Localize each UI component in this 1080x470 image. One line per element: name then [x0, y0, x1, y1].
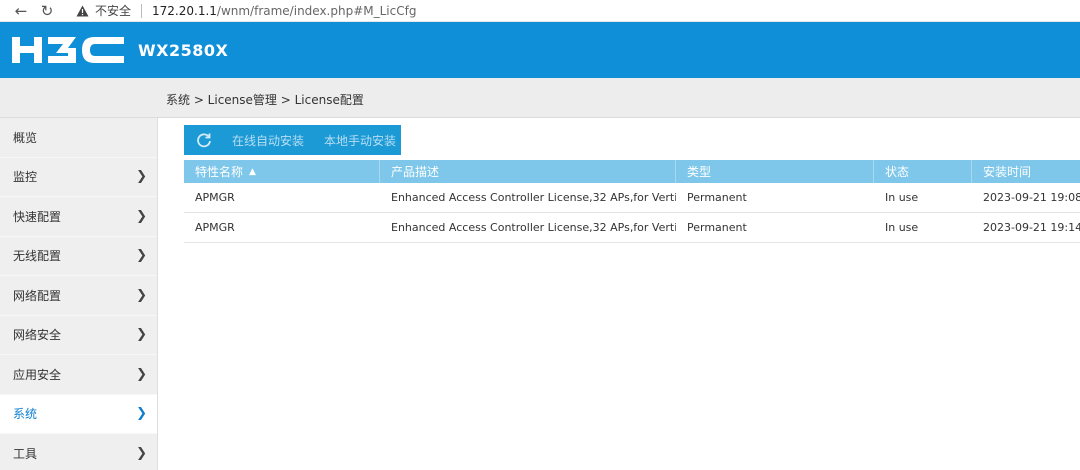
sidebar-item-label: 网络安全: [13, 328, 62, 343]
sidebar-item-label: 工具: [13, 446, 38, 461]
sidebar: 概览 监控 ❯ 快速配置 ❯ 无线配置 ❯ 网络配置 ❯ 网络安全 ❯ 应用安全…: [0, 118, 158, 470]
column-header-description[interactable]: 产品描述: [380, 160, 676, 183]
sidebar-item-network-security[interactable]: 网络安全 ❯: [0, 316, 157, 355]
cell-type: Permanent: [687, 191, 747, 204]
device-model: WX2580X: [138, 40, 229, 60]
cell-feature-name: APMGR: [195, 191, 235, 204]
header-banner: WX2580X: [0, 22, 1080, 78]
cell-install-time: 2023-09-21 19:08:0: [983, 191, 1080, 204]
main-content: 在线自动安装 本地手动安装 特性名称 ▲ 产品描述 类型 状态 安装时间 APMG…: [158, 118, 1080, 470]
chevron-right-icon: ❯: [136, 445, 147, 461]
security-warning[interactable]: 不安全: [76, 2, 131, 19]
sidebar-item-overview[interactable]: 概览: [0, 118, 157, 158]
chevron-right-icon: ❯: [136, 169, 147, 185]
chevron-right-icon: ❯: [136, 208, 147, 224]
sidebar-item-label: 应用安全: [13, 367, 62, 382]
cell-feature-name: APMGR: [195, 221, 235, 234]
reload-icon[interactable]: ↻: [36, 0, 58, 22]
cell-type: Permanent: [687, 221, 747, 234]
chevron-right-icon: ❯: [136, 248, 147, 264]
address-separator: [141, 3, 143, 18]
cell-status: In use: [885, 191, 919, 204]
sidebar-item-system[interactable]: 系统 ❯: [0, 394, 157, 434]
column-header-status[interactable]: 状态: [874, 160, 972, 183]
sort-ascending-icon: ▲: [249, 166, 256, 177]
url-field[interactable]: 172.20.1.1/wnm/frame/index.php#M_LicCfg: [152, 4, 416, 18]
sidebar-item-label: 系统: [13, 407, 38, 422]
sidebar-item-label: 无线配置: [13, 249, 62, 264]
sidebar-item-network-config[interactable]: 网络配置 ❯: [0, 276, 157, 316]
sidebar-item-label: 网络配置: [13, 288, 62, 303]
chevron-right-icon: ❯: [136, 287, 147, 303]
table-row[interactable]: APMGR Enhanced Access Controller License…: [184, 213, 1080, 243]
cell-description: Enhanced Access Controller License,32 AP…: [391, 191, 676, 204]
h3c-logo: [12, 35, 124, 65]
url-path: /wnm/frame/index.php#M_LicCfg: [216, 3, 417, 18]
sidebar-item-label: 概览: [13, 130, 38, 145]
browser-address-bar: ← ↻ 不安全 172.20.1.1/wnm/frame/index.php#M…: [0, 0, 1080, 22]
security-warning-text: 不安全: [95, 4, 132, 18]
cell-description: Enhanced Access Controller License,32 AP…: [391, 221, 676, 234]
h3c-logo-mark: [12, 37, 124, 63]
sidebar-item-label: 快速配置: [13, 209, 62, 224]
column-header-install-time[interactable]: 安装时间: [972, 160, 1080, 183]
chevron-right-icon: ❯: [136, 327, 147, 343]
sidebar-item-tools[interactable]: 工具 ❯: [0, 434, 157, 470]
breadcrumb-bar: 系统 > License管理 > License配置: [0, 78, 1080, 118]
sidebar-item-quick-config[interactable]: 快速配置 ❯: [0, 197, 157, 237]
sidebar-item-label: 监控: [13, 170, 38, 185]
column-header-type[interactable]: 类型: [676, 160, 874, 183]
online-install-button[interactable]: 在线自动安装: [232, 132, 304, 149]
back-arrow-icon[interactable]: ←: [10, 0, 32, 22]
chevron-right-icon: ❯: [136, 406, 147, 422]
license-toolbar: 在线自动安装 本地手动安装: [184, 125, 401, 155]
license-table: 特性名称 ▲ 产品描述 类型 状态 安装时间 APMGR Enhanced Acc…: [184, 160, 1080, 243]
local-install-button[interactable]: 本地手动安装: [324, 132, 396, 149]
sidebar-item-app-security[interactable]: 应用安全 ❯: [0, 355, 157, 395]
chevron-right-icon: ❯: [136, 366, 147, 382]
warning-triangle-icon: [76, 5, 89, 16]
table-header: 特性名称 ▲ 产品描述 类型 状态 安装时间: [184, 160, 1080, 183]
cell-install-time: 2023-09-21 19:14:0: [983, 221, 1080, 234]
url-host: 172.20.1.1: [152, 3, 217, 18]
sidebar-item-wireless-config[interactable]: 无线配置 ❯: [0, 237, 157, 276]
refresh-icon[interactable]: [196, 132, 212, 148]
cell-status: In use: [885, 221, 919, 234]
breadcrumb: 系统 > License管理 > License配置: [166, 93, 364, 107]
table-row[interactable]: APMGR Enhanced Access Controller License…: [184, 183, 1080, 213]
sidebar-item-monitor[interactable]: 监控 ❯: [0, 158, 157, 197]
column-header-feature-name[interactable]: 特性名称 ▲: [184, 160, 380, 183]
